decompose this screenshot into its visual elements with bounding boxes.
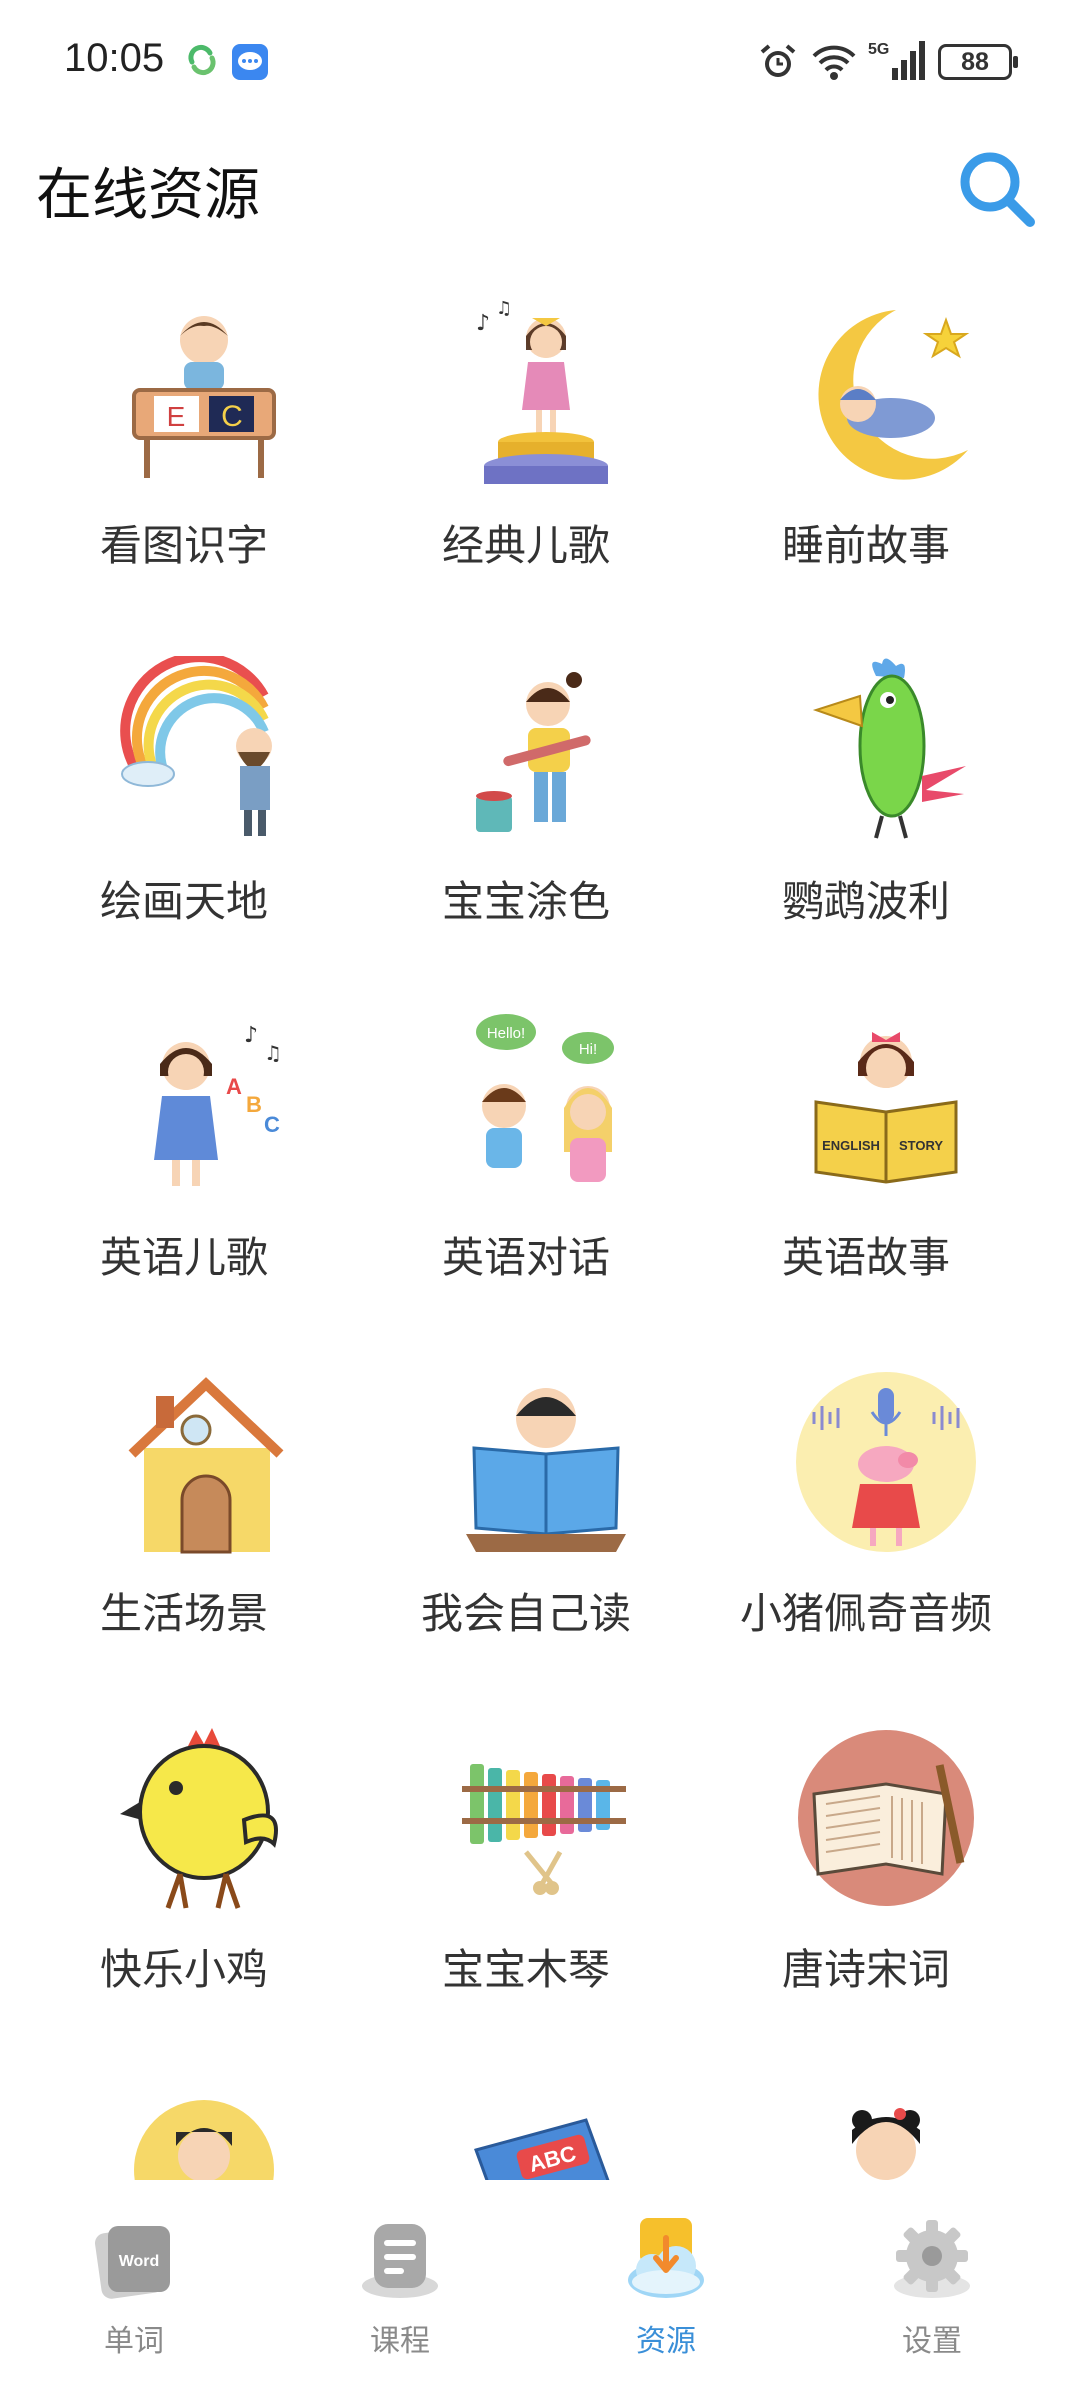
word-card-icon: Word <box>95 2226 170 2299</box>
resource-tile-english-songs[interactable]: ♪ ♫ A B C 英语儿歌 <box>14 992 354 1332</box>
svg-text:E: E <box>167 401 186 432</box>
sync-icon <box>188 44 216 76</box>
boy-at-desk-abc-icon: C E <box>132 316 276 478</box>
resource-tile-english-stories[interactable]: ENGLISH STORY 英语故事 <box>696 992 1036 1332</box>
signal-icon: 5G <box>868 41 925 80</box>
svg-text:♪: ♪ <box>244 1023 258 1048</box>
hi-text: Hi! <box>579 1041 597 1058</box>
status-time: 10:05 <box>64 36 165 80</box>
svg-text:A: A <box>226 1074 242 1099</box>
ancient-book-brush-icon <box>798 1730 974 1906</box>
nav-item-courses[interactable]: 课程 <box>300 2198 500 2368</box>
kids-hello-hi-icon: Hello! Hi! <box>476 1014 614 1182</box>
resource-tile-baby-xylophone[interactable]: 宝宝木琴 <box>356 1704 696 2044</box>
battery-icon: 88 <box>938 44 1018 80</box>
girl-painting-icon <box>476 672 591 832</box>
resource-tile-read-by-myself[interactable]: 我会自己读 <box>356 1348 696 1688</box>
nav-item-resources[interactable]: 资源 <box>566 2198 766 2368</box>
page-title: 在线资源 <box>36 163 260 228</box>
opera-girl-icon <box>852 2108 920 2180</box>
resource-label: 生活场景 <box>99 1589 268 1638</box>
girl-singing-abc-icon: ♪♫ A B C <box>154 1023 282 1186</box>
resource-tile-life-scenes[interactable]: 生活场景 <box>14 1348 354 1688</box>
nav-label-words: 单词 <box>104 2324 164 2359</box>
resource-tile-bedtime-stories[interactable]: 睡前故事 <box>696 280 1036 620</box>
resource-label: 看图识字 <box>99 521 268 570</box>
svg-text:♪: ♪ <box>476 311 490 336</box>
resource-tile-tang-poems[interactable]: 唐诗宋词 <box>696 1704 1036 2044</box>
resource-tile-picture-words[interactable]: C E 看图识字 <box>14 280 354 620</box>
word-text: Word <box>119 2253 160 2270</box>
nav-item-settings[interactable]: 设置 <box>832 2198 1032 2368</box>
scholar-boy-icon <box>134 2100 274 2180</box>
resource-tile-english-dialogue[interactable]: Hello! Hi! 英语对话 <box>356 992 696 1332</box>
xylophone-icon <box>462 1764 626 1895</box>
resource-label: 宝宝涂色 <box>441 877 610 926</box>
svg-text:C: C <box>221 400 243 433</box>
svg-text:B: B <box>246 1092 262 1117</box>
resource-label: 英语故事 <box>781 1233 950 1282</box>
resource-tile-peppa-audio[interactable]: 小猪佩奇音频 <box>696 1348 1036 1688</box>
girl-singing-on-stage-icon: ♪♫ <box>476 300 608 484</box>
green-parrot-icon <box>812 658 966 839</box>
girl-english-story-book-icon: ENGLISH STORY <box>814 1032 958 1184</box>
resource-label: 小猪佩奇音频 <box>739 1589 992 1638</box>
yellow-house-icon <box>128 1377 284 1554</box>
bottom-nav: Word 单词 课程 资源 设置 <box>0 2182 1080 2382</box>
search-icon[interactable] <box>952 144 1042 234</box>
svg-text:♫: ♫ <box>264 1041 282 1065</box>
resource-tile-drawing-world[interactable]: 绘画天地 <box>14 636 354 976</box>
status-bar: 10:05 5G 88 <box>0 0 1080 120</box>
alarm-icon <box>760 44 796 77</box>
peppa-pig-microphone-icon <box>796 1372 976 1552</box>
nav-item-words[interactable]: Word 单词 <box>34 2198 234 2368</box>
nav-label-resources: 资源 <box>636 2324 696 2359</box>
painter-rainbow-icon <box>120 656 272 836</box>
english-text: ENGLISH <box>822 1138 880 1153</box>
course-icon <box>362 2224 438 2298</box>
resource-label: 宝宝木琴 <box>441 1945 610 1994</box>
svg-text:C: C <box>264 1112 280 1137</box>
yellow-chick-icon <box>120 1728 278 1909</box>
nav-label-settings: 设置 <box>902 2324 962 2359</box>
resource-tile-opera-girl[interactable] <box>696 2060 1036 2180</box>
baby-sleeping-on-moon-icon <box>818 310 970 480</box>
resource-tile-happy-chick[interactable]: 快乐小鸡 <box>14 1704 354 2044</box>
resource-label: 鹦鹉波利 <box>781 877 950 926</box>
wifi-icon <box>812 45 856 80</box>
hello-text: Hello! <box>487 1025 525 1042</box>
resource-label: 绘画天地 <box>99 877 268 926</box>
abc-book-icon: ABC <box>474 2118 610 2180</box>
resource-label: 英语对话 <box>441 1233 610 1282</box>
resource-grid: C E 看图识字 ♪ ♫ 经典儿歌 睡前故事 绘画天地 宝宝涂色 鹦鹉波利 ♪ … <box>0 280 1080 2180</box>
resource-tile-polly-parrot[interactable]: 鹦鹉波利 <box>696 636 1036 976</box>
story-text: STORY <box>899 1138 943 1153</box>
battery-level: 88 <box>961 48 989 76</box>
resource-tile-abc-book[interactable]: ABC <box>356 2060 696 2180</box>
resource-tile-coloring[interactable]: 宝宝涂色 <box>356 636 696 976</box>
resource-label: 经典儿歌 <box>441 521 610 570</box>
boy-reading-book-icon <box>466 1388 626 1552</box>
resource-label: 英语儿歌 <box>99 1233 268 1282</box>
download-cloud-icon <box>628 2218 704 2298</box>
resource-label: 快乐小鸡 <box>99 1945 268 1994</box>
resource-tile-scholar[interactable] <box>14 2060 354 2180</box>
resource-label: 睡前故事 <box>781 521 950 570</box>
resource-tile-classic-songs[interactable]: ♪ ♫ 经典儿歌 <box>356 280 696 620</box>
nav-label-courses: 课程 <box>370 2324 430 2359</box>
resource-label: 唐诗宋词 <box>781 1945 950 1994</box>
gear-icon <box>894 2220 970 2298</box>
message-icon <box>232 44 268 80</box>
resource-label: 我会自己读 <box>420 1589 631 1638</box>
network-label: 5G <box>868 41 889 58</box>
svg-text:♫: ♫ <box>496 300 512 319</box>
